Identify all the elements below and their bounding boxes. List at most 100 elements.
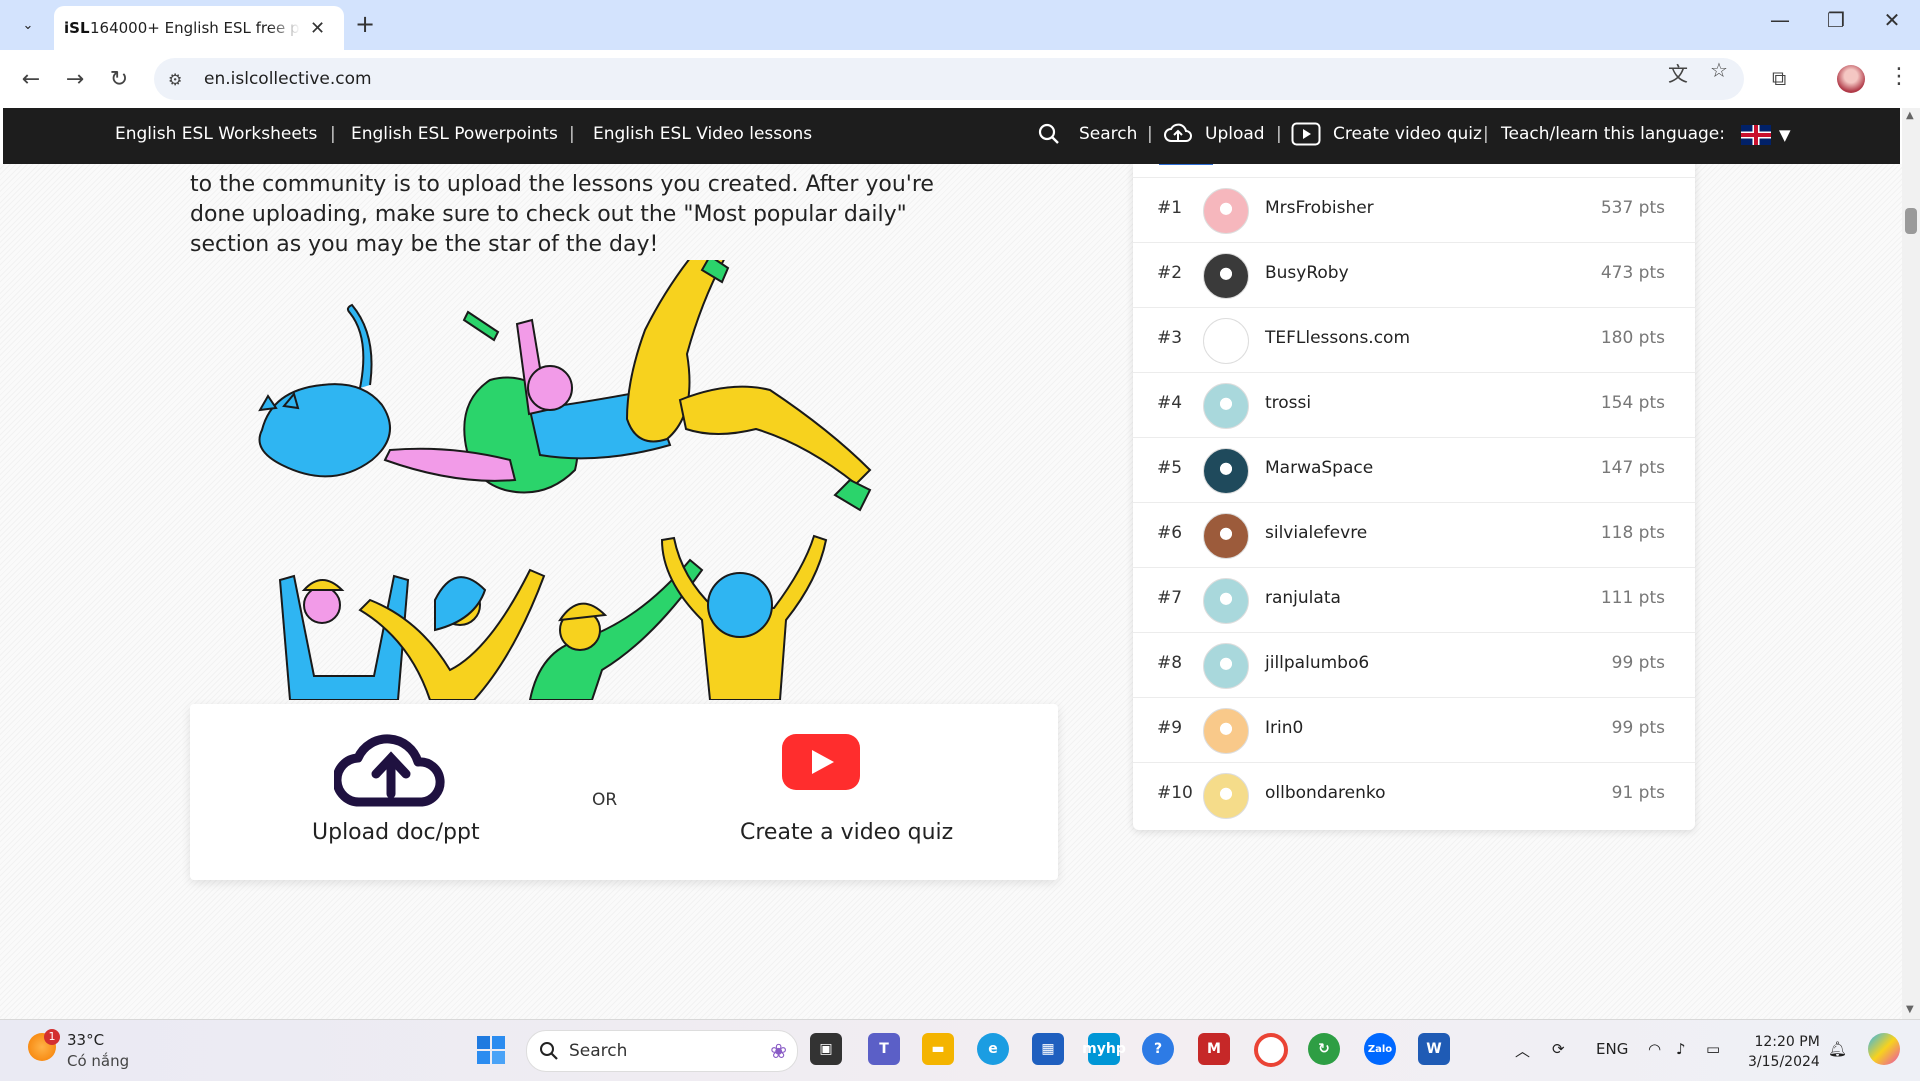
word-icon[interactable]: W (1418, 1033, 1450, 1065)
chevron-down-icon[interactable]: ▼ (1779, 126, 1791, 144)
leaderboard-username[interactable]: BusyRoby (1265, 263, 1349, 283)
create-video-quiz-button[interactable]: Create a video quiz (740, 820, 953, 845)
translate-icon[interactable]: 文 (1668, 58, 1688, 87)
notification-bell-icon[interactable]: 🔔︎ (1828, 1040, 1847, 1058)
extensions-icon[interactable]: ⧉ (1772, 66, 1786, 90)
uk-flag-icon[interactable] (1741, 125, 1771, 145)
youtube-play-icon[interactable] (782, 734, 860, 790)
task-view-icon[interactable]: ▣ (810, 1033, 842, 1065)
green-app-icon[interactable]: ↻ (1308, 1033, 1340, 1065)
flying-person-illustration (383, 260, 872, 512)
teams-icon[interactable]: T (868, 1033, 900, 1065)
volume-icon[interactable]: ♪ (1676, 1040, 1686, 1058)
user-avatar[interactable] (1203, 383, 1249, 429)
leaderboard-row[interactable]: #7 ranjulata 111 pts (1133, 567, 1695, 633)
user-avatar[interactable] (1203, 188, 1249, 234)
zalo-icon[interactable]: Zalo (1364, 1033, 1396, 1065)
weather-temperature[interactable]: 33°C (67, 1031, 104, 1049)
leaderboard-row[interactable]: #8 jillpalumbo6 99 pts (1133, 632, 1695, 698)
close-window-icon[interactable]: ✕ (1872, 8, 1912, 32)
nav-create-quiz-link[interactable]: Create video quiz (1333, 124, 1482, 144)
upload-cloud-icon[interactable] (334, 728, 448, 808)
weather-badge: 1 (44, 1029, 60, 1045)
reload-icon[interactable]: ↻ (102, 62, 136, 96)
clock-date: 3/15/2024 (1748, 1054, 1820, 1070)
weather-description[interactable]: Có nắng (67, 1052, 129, 1070)
leaderboard-username[interactable]: silvialefevre (1265, 523, 1367, 543)
leaderboard-row[interactable]: #3 TEFLlessons.com 180 pts (1133, 307, 1695, 373)
search-icon (540, 1042, 558, 1060)
scroll-down-icon[interactable]: ▼ (1906, 1004, 1914, 1015)
leaderboard-row[interactable]: #9 Irin0 99 pts (1133, 697, 1695, 763)
leaderboard-username[interactable]: TEFLlessons.com (1265, 328, 1410, 348)
get-help-icon[interactable]: ? (1142, 1033, 1174, 1065)
profile-avatar[interactable] (1837, 65, 1865, 93)
leaderboard-username[interactable]: ollbondarenko (1265, 783, 1386, 803)
edge-icon[interactable]: e (977, 1033, 1009, 1065)
menu-icon[interactable]: ⋮ (1888, 64, 1910, 89)
tray-chevron-icon[interactable]: ︿ (1515, 1040, 1530, 1061)
address-bar[interactable]: ⚙ en.islcollective.com (154, 58, 1744, 100)
sync-icon[interactable]: ⟳ (1552, 1040, 1565, 1058)
user-avatar[interactable] (1203, 578, 1249, 624)
page-content: to the community is to upload the lesson… (0, 164, 1902, 1019)
scrollbar-thumb[interactable] (1905, 208, 1917, 234)
chrome-icon[interactable] (1254, 1033, 1288, 1067)
leaderboard-panel: #1 MrsFrobisher 537 pts #2 BusyRoby 473 pts #3… (1133, 164, 1695, 830)
leaderboard-row[interactable]: #6 silvialefevre 118 pts (1133, 502, 1695, 568)
leaderboard-username[interactable]: ranjulata (1265, 588, 1341, 608)
nav-upload-link[interactable]: Upload (1205, 124, 1265, 144)
user-avatar[interactable] (1203, 448, 1249, 494)
page-scrollbar[interactable]: ▲ ▼ (1902, 108, 1920, 1019)
user-avatar[interactable] (1203, 318, 1249, 364)
leaderboard-username[interactable]: MrsFrobisher (1265, 198, 1374, 218)
system-clock[interactable]: 12:20 PM 3/15/2024 (1748, 1032, 1820, 1072)
back-icon[interactable]: ← (14, 62, 48, 96)
mcafee-icon[interactable]: M (1198, 1033, 1230, 1065)
bookmark-star-icon[interactable]: ☆ (1710, 58, 1728, 82)
nav-search-link[interactable]: Search (1079, 124, 1137, 144)
scroll-up-icon[interactable]: ▲ (1906, 110, 1914, 121)
nav-powerpoints-link[interactable]: English ESL Powerpoints (351, 124, 558, 144)
search-icon[interactable] (1038, 123, 1060, 145)
forward-icon[interactable]: → (58, 62, 92, 96)
leaderboard-row[interactable]: #5 MarwaSpace 147 pts (1133, 437, 1695, 503)
url-text[interactable]: en.islcollective.com (204, 69, 372, 89)
language-indicator[interactable]: ENG (1596, 1040, 1628, 1058)
video-play-icon[interactable] (1291, 122, 1321, 146)
leaderboard-row[interactable]: #10 ollbondarenko 91 pts (1133, 762, 1695, 828)
copilot-icon[interactable] (1868, 1033, 1900, 1065)
new-tab-button[interactable]: + (355, 10, 375, 38)
leaderboard-username[interactable]: Irin0 (1265, 718, 1303, 738)
file-explorer-icon[interactable]: ▬ (922, 1033, 954, 1065)
leaderboard-rank: #2 (1157, 263, 1183, 283)
tab-close-icon[interactable]: ✕ (310, 18, 325, 39)
leaderboard-username[interactable]: trossi (1265, 393, 1311, 413)
nav-video-lessons-link[interactable]: English ESL Video lessons (593, 124, 812, 144)
user-avatar[interactable] (1203, 643, 1249, 689)
tab-list-icon[interactable]: ⌄ (12, 11, 44, 39)
site-info-icon[interactable]: ⚙ (168, 70, 196, 89)
user-avatar[interactable] (1203, 773, 1249, 819)
windows-start-icon[interactable] (476, 1035, 506, 1065)
leaderboard-row[interactable]: #4 trossi 154 pts (1133, 372, 1695, 438)
leaderboard-row[interactable]: #1 MrsFrobisher 537 pts (1133, 177, 1695, 243)
nav-worksheets-link[interactable]: English ESL Worksheets (115, 124, 317, 144)
leaderboard-username[interactable]: jillpalumbo6 (1265, 653, 1369, 673)
maximize-icon[interactable]: ❐ (1816, 8, 1856, 32)
upload-cloud-icon[interactable] (1163, 121, 1193, 147)
user-avatar[interactable] (1203, 708, 1249, 754)
leaderboard-row[interactable]: #2 BusyRoby 473 pts (1133, 242, 1695, 308)
minimize-icon[interactable]: — (1760, 8, 1800, 32)
wifi-icon[interactable]: ◠ (1648, 1040, 1661, 1058)
user-avatar[interactable] (1203, 253, 1249, 299)
taskbar-search-box[interactable]: Search ❀ (526, 1030, 798, 1072)
leaderboard-rank: #5 (1157, 458, 1183, 478)
leaderboard-username[interactable]: MarwaSpace (1265, 458, 1373, 478)
battery-icon[interactable]: ▭ (1706, 1040, 1720, 1058)
user-avatar[interactable] (1203, 513, 1249, 559)
microsoft-store-icon[interactable]: ▦ (1032, 1033, 1064, 1065)
browser-tab-active[interactable]: iSL 164000+ English ESL free printable w… (54, 6, 344, 50)
myhp-icon[interactable]: myhp (1082, 1033, 1126, 1065)
upload-doc-button[interactable]: Upload doc/ppt (312, 820, 480, 845)
